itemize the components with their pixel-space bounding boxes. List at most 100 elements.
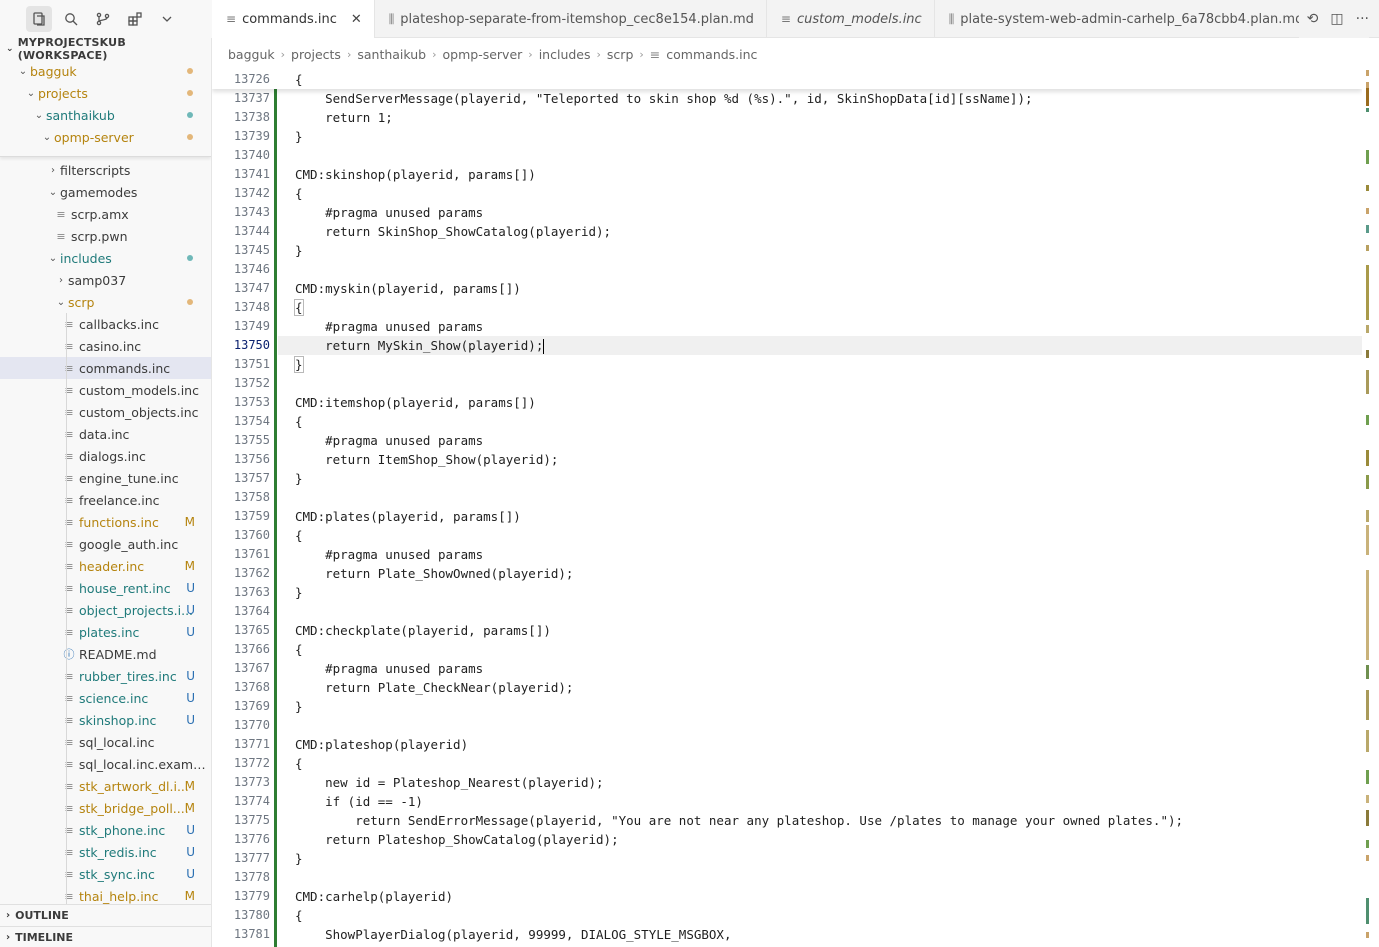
breadcrumb-item[interactable]: scrp <box>607 47 633 62</box>
code-line[interactable]: #pragma unused params <box>295 203 1362 222</box>
tree-item-plates-inc[interactable]: ≡ plates.inc U <box>0 621 211 643</box>
breadcrumb-item[interactable]: santhaikub <box>357 47 426 62</box>
code-line[interactable] <box>295 488 1362 507</box>
tree-item-house-rent-inc[interactable]: ≡ house_rent.inc U <box>0 577 211 599</box>
code-line[interactable]: { <box>295 754 1362 773</box>
code-line[interactable]: return ItemShop_Show(playerid); <box>295 450 1362 469</box>
code-line[interactable]: CMD:itemshop(playerid, params[]) <box>295 393 1362 412</box>
code-line[interactable] <box>295 260 1362 279</box>
tree-item-stk-phone-inc[interactable]: ≡ stk_phone.inc U <box>0 819 211 841</box>
tree-item-commands-inc[interactable]: ≡ commands.inc <box>0 357 211 379</box>
code-line[interactable]: } <box>295 241 1362 260</box>
code-line[interactable]: CMD:skinshop(playerid, params[]) <box>295 165 1362 184</box>
code-line[interactable]: #pragma unused params <box>295 659 1362 678</box>
tree-item-scrp-amx[interactable]: ≡ scrp.amx <box>0 203 211 225</box>
explorer-icon[interactable] <box>26 6 52 32</box>
close-icon[interactable]: ✕ <box>351 12 362 27</box>
code-line[interactable]: new id = Plateshop_Nearest(playerid); <box>295 773 1362 792</box>
tree-item-functions-inc[interactable]: ≡ functions.inc M <box>0 511 211 533</box>
code-line[interactable]: } <box>295 127 1362 146</box>
tree-item-casino-inc[interactable]: ≡ casino.inc <box>0 335 211 357</box>
tree-item-scrp-pwn[interactable]: ≡ scrp.pwn <box>0 225 211 247</box>
breadcrumb-item[interactable]: includes <box>539 47 591 62</box>
tree-item-skinshop-inc[interactable]: ≡ skinshop.inc U <box>0 709 211 731</box>
code-line[interactable]: if (id == -1) <box>295 792 1362 811</box>
code-line[interactable]: } <box>295 583 1362 602</box>
code-line[interactable]: { <box>295 526 1362 545</box>
code-line[interactable]: CMD:plates(playerid, params[]) <box>295 507 1362 526</box>
code-line[interactable]: } <box>294 355 1362 374</box>
code-line[interactable]: CMD:plateshop(playerid) <box>295 735 1362 754</box>
code-line[interactable]: #pragma unused params <box>295 545 1362 564</box>
code-line[interactable]: { <box>295 640 1362 659</box>
code-line[interactable]: { <box>295 412 1362 431</box>
split-editor-icon[interactable]: ◫ <box>1330 11 1343 27</box>
tree-item-readme-md[interactable]: ⓘ README.md <box>0 643 211 665</box>
timeline-section[interactable]: › TIMELINE <box>0 926 211 947</box>
code-line[interactable]: CMD:carhelp(playerid) <box>295 887 1362 906</box>
code-line[interactable]: return MySkin_Show(playerid); <box>295 336 1362 355</box>
code-line[interactable]: return 1; <box>295 108 1362 127</box>
compare-changes-icon[interactable]: ⟲ <box>1307 11 1319 27</box>
tab-custom-models-inc[interactable]: ≡ custom_models.inc <box>767 0 935 38</box>
tree-item-stk-redis-inc[interactable]: ≡ stk_redis.inc U <box>0 841 211 863</box>
tree-item-engine-tune-inc[interactable]: ≡ engine_tune.inc <box>0 467 211 489</box>
tree-item-stk-bridge-poll-[interactable]: ≡ stk_bridge_poll.... M <box>0 797 211 819</box>
code-line[interactable]: #pragma unused params <box>295 317 1362 336</box>
code-line[interactable]: } <box>295 469 1362 488</box>
sticky-folder-santhaikub[interactable]: ⌄ santhaikub <box>0 104 211 126</box>
tab-commands-inc[interactable]: ≡ commands.inc ✕ <box>212 0 375 38</box>
tree-item-samp037[interactable]: › samp037 <box>0 269 211 291</box>
code-line[interactable]: SendServerMessage(playerid, "Teleported … <box>295 89 1362 108</box>
code-line[interactable]: { <box>295 184 1362 203</box>
code-line[interactable] <box>295 374 1362 393</box>
tree-item-header-inc[interactable]: ≡ header.inc M <box>0 555 211 577</box>
breadcrumb-item[interactable]: projects <box>291 47 341 62</box>
tree-item-science-inc[interactable]: ≡ science.inc U <box>0 687 211 709</box>
source-control-icon[interactable] <box>90 6 116 32</box>
code-line[interactable]: CMD:checkplate(playerid, params[]) <box>295 621 1362 640</box>
code-line[interactable]: return Plate_ShowOwned(playerid); <box>295 564 1362 583</box>
code-line[interactable]: } <box>295 849 1362 868</box>
tree-item-custom-models-inc[interactable]: ≡ custom_models.inc <box>0 379 211 401</box>
code-line[interactable]: return Plateshop_ShowCatalog(playerid); <box>295 830 1362 849</box>
code-line[interactable] <box>295 716 1362 735</box>
more-actions-icon[interactable]: ··· <box>1356 11 1369 27</box>
search-icon[interactable] <box>58 6 84 32</box>
sticky-folder-opmp-server[interactable]: ⌄ opmp-server <box>0 126 211 148</box>
code-line[interactable]: ShowPlayerDialog(playerid, 99999, DIALOG… <box>295 925 1362 944</box>
tree-item-google-auth-inc[interactable]: ≡ google_auth.inc <box>0 533 211 555</box>
tree-item-callbacks-inc[interactable]: ≡ callbacks.inc <box>0 313 211 335</box>
tab-plateshop-separate-from-itemshop-cec8e154-plan-md[interactable]: ⫼ plateshop-separate-from-itemshop_cec8e1… <box>375 0 767 38</box>
breadcrumb-item[interactable]: opmp-server <box>443 47 523 62</box>
code-line[interactable]: { <box>295 906 1362 925</box>
outline-section[interactable]: › OUTLINE <box>0 904 211 926</box>
code-line[interactable] <box>295 868 1362 887</box>
breadcrumb-item[interactable]: bagguk <box>228 47 275 62</box>
workspace-title[interactable]: ⌄ MYPROJECTSKUB (WORKSPACE) <box>0 38 211 62</box>
code-editor[interactable]: 13737 13738 13739 13740 13741 13742 13743 13744… <box>212 70 1362 947</box>
extensions-icon[interactable] <box>122 6 148 32</box>
tree-item-dialogs-inc[interactable]: ≡ dialogs.inc <box>0 445 211 467</box>
breadcrumb-item[interactable]: commands.inc <box>666 47 757 62</box>
tree-item-custom-objects-inc[interactable]: ≡ custom_objects.inc <box>0 401 211 423</box>
code-line[interactable] <box>295 602 1362 621</box>
tree-item-rubber-tires-inc[interactable]: ≡ rubber_tires.inc U <box>0 665 211 687</box>
sticky-scroll-line[interactable]: 13726 { <box>212 70 1362 89</box>
tree-item-includes[interactable]: ⌄ includes <box>0 247 211 269</box>
code-line[interactable]: #pragma unused params <box>295 431 1362 450</box>
tree-item-gamemodes[interactable]: ⌄ gamemodes <box>0 181 211 203</box>
code-line[interactable]: { <box>294 298 1362 317</box>
code-line[interactable]: CMD:myskin(playerid, params[]) <box>295 279 1362 298</box>
tree-item-freelance-inc[interactable]: ≡ freelance.inc <box>0 489 211 511</box>
tree-item-data-inc[interactable]: ≡ data.inc <box>0 423 211 445</box>
code-line[interactable] <box>295 146 1362 165</box>
code-line[interactable]: return SkinShop_ShowCatalog(playerid); <box>295 222 1362 241</box>
tree-item-stk-artwork-dl-i-[interactable]: ≡ stk_artwork_dl.i... M <box>0 775 211 797</box>
tree-item-filterscripts[interactable]: › filterscripts <box>0 159 211 181</box>
tree-item-object-projects-i-[interactable]: ≡ object_projects.i... U <box>0 599 211 621</box>
sticky-folder-bagguk[interactable]: ⌄ bagguk <box>0 60 211 82</box>
overview-ruler[interactable] <box>1362 70 1379 947</box>
tree-item-scrp[interactable]: ⌄ scrp <box>0 291 211 313</box>
tree-item-sql-local-inc-example[interactable]: ≡ sql_local.inc.example <box>0 753 211 775</box>
